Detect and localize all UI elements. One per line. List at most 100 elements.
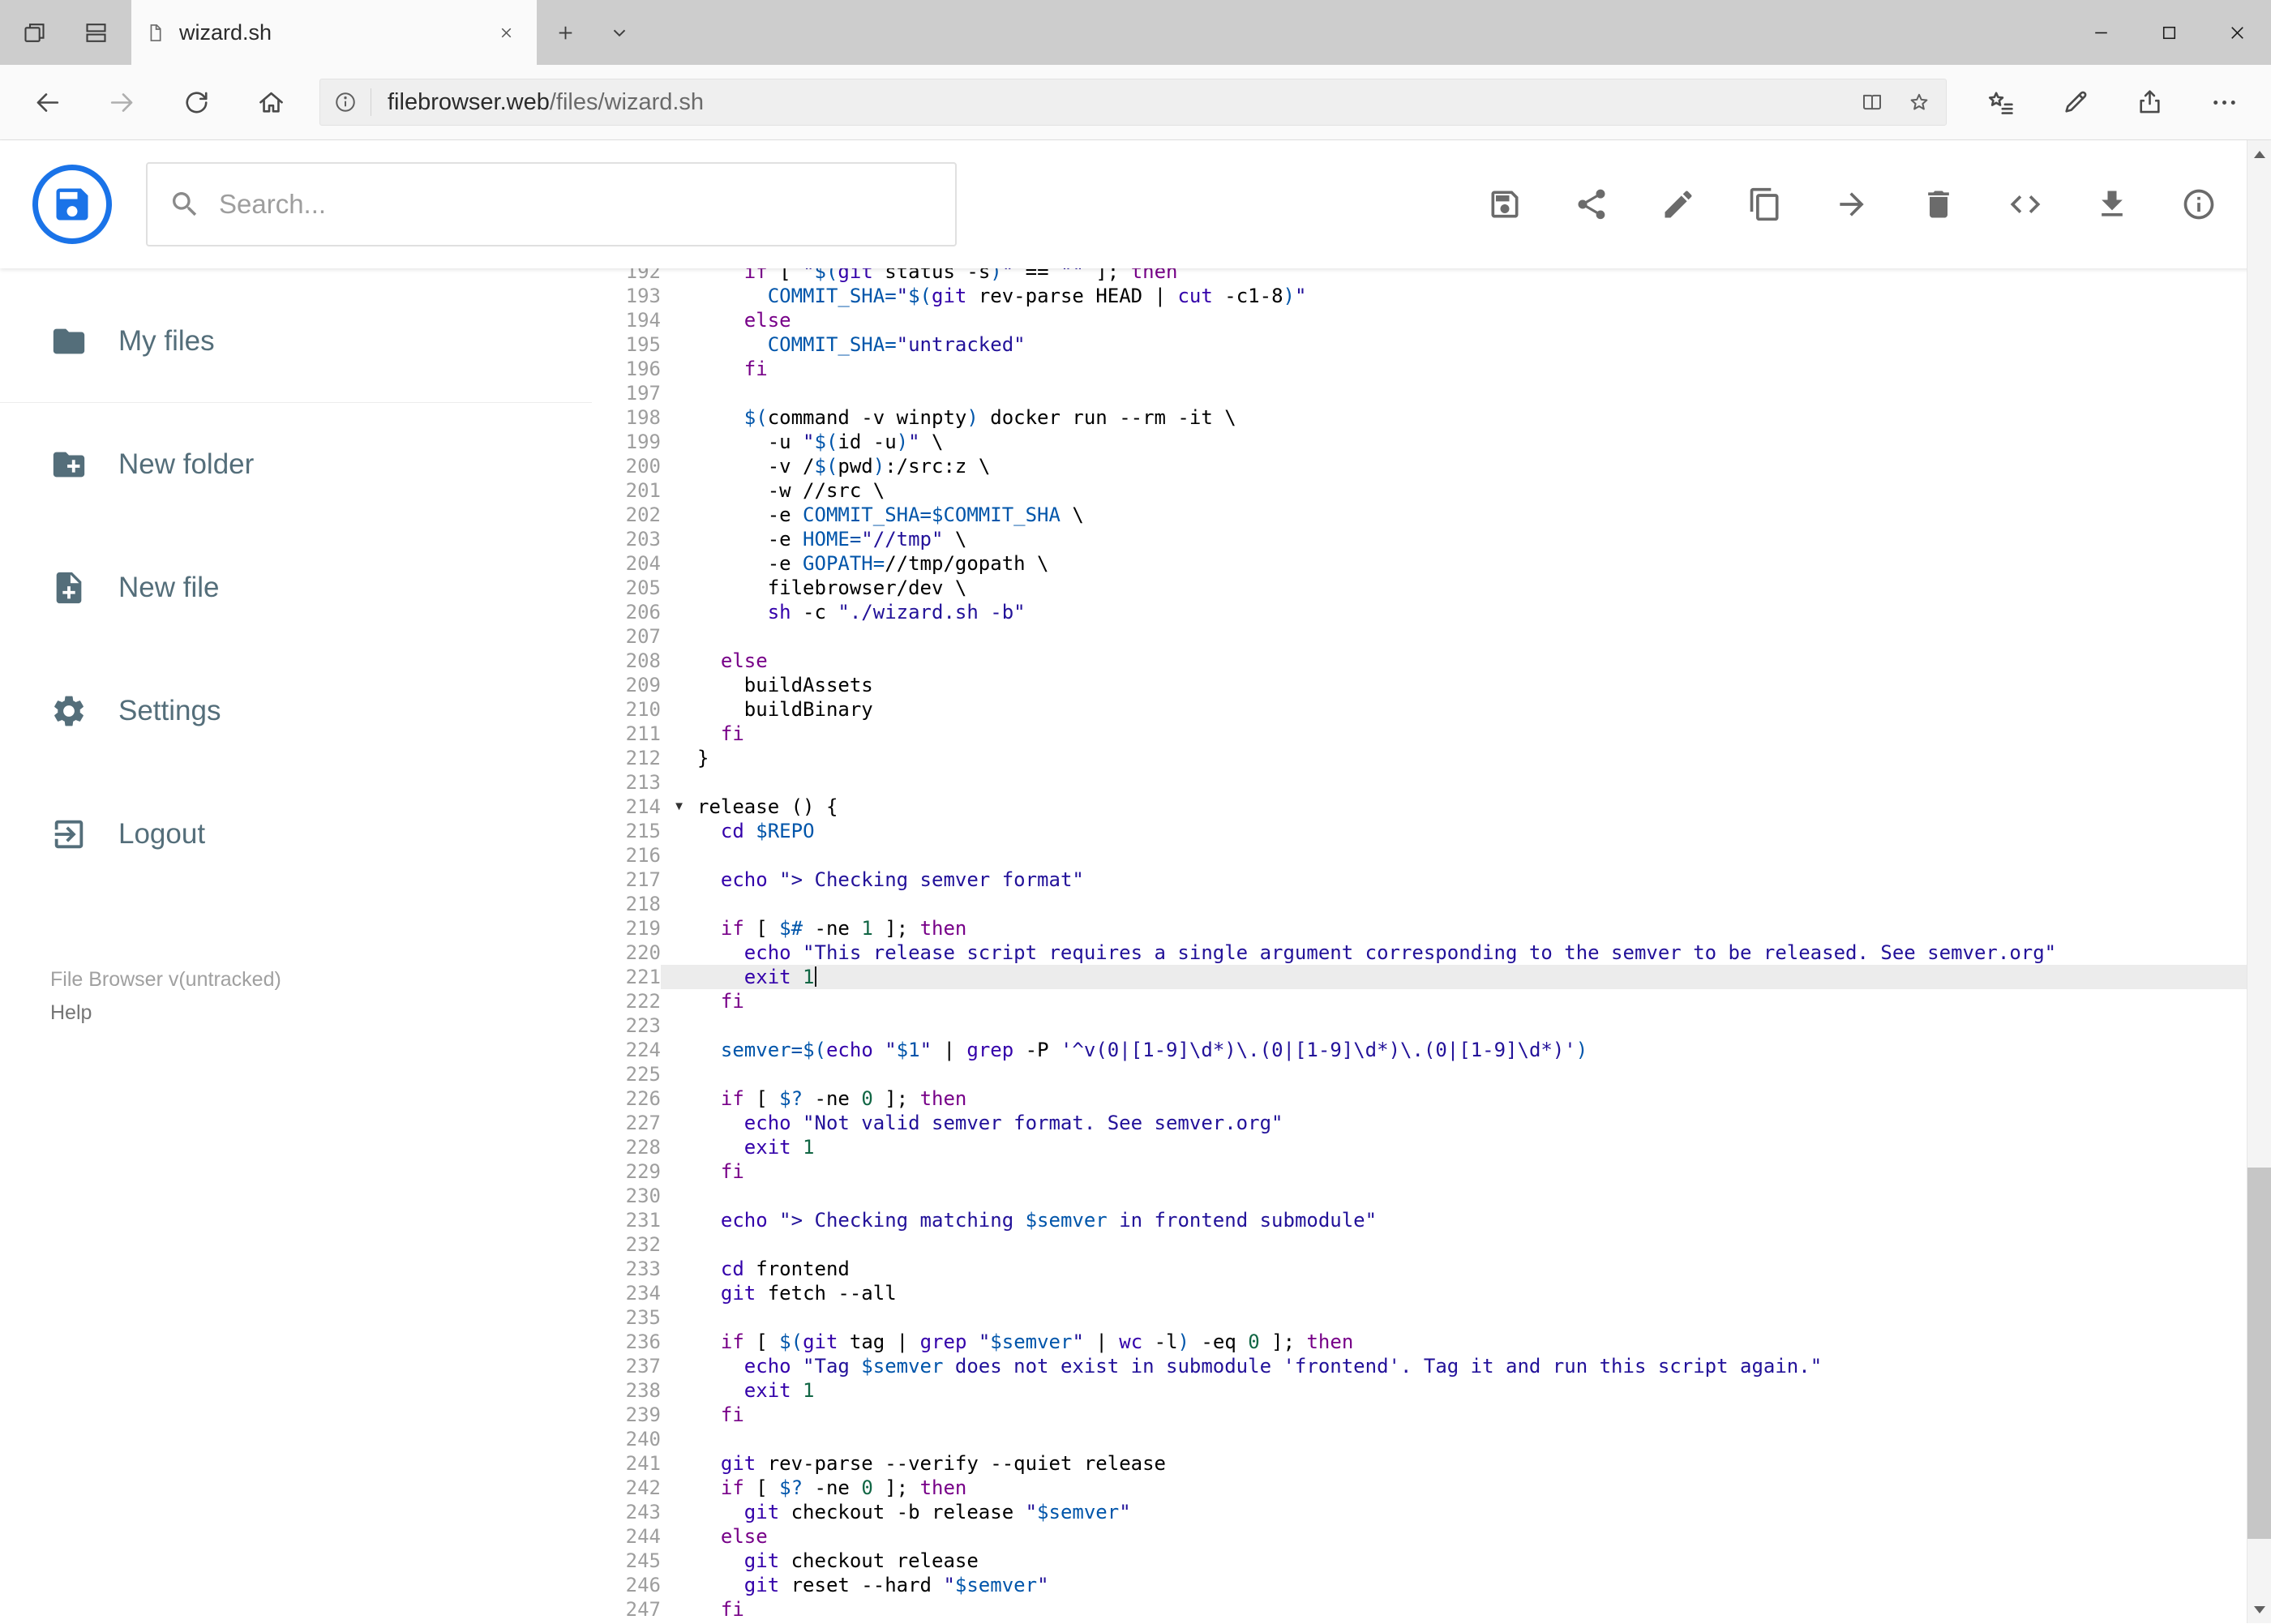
search-input[interactable] — [219, 189, 934, 220]
code-line[interactable]: 246 git reset --hard "$semver" — [592, 1573, 2271, 1597]
code-line[interactable]: 225 — [592, 1062, 2271, 1086]
add-favorite-button[interactable] — [1896, 79, 1943, 125]
sidebar-item-my-files[interactable]: My files — [0, 280, 592, 403]
code-line[interactable]: 216 — [592, 843, 2271, 868]
code-line[interactable]: 209 buildAssets — [592, 673, 2271, 697]
code-line[interactable]: 194 else — [592, 308, 2271, 332]
code-line[interactable]: 207 — [592, 624, 2271, 649]
code-line[interactable]: 197 — [592, 381, 2271, 405]
code-line[interactable]: 198 $(command -v winpty) docker run --rm… — [592, 405, 2271, 430]
code-line[interactable]: 235 — [592, 1305, 2271, 1330]
code-line[interactable]: 208 else — [592, 649, 2271, 673]
copy-button[interactable] — [1738, 178, 1792, 231]
back-button[interactable] — [10, 65, 84, 139]
code-line[interactable]: 229 fi — [592, 1159, 2271, 1184]
set-tabs-aside-button[interactable] — [5, 0, 63, 65]
download-button[interactable] — [2085, 178, 2139, 231]
code-line[interactable]: 241 git rev-parse --verify --quiet relea… — [592, 1451, 2271, 1476]
scroll-down-button[interactable] — [2247, 1596, 2271, 1623]
code-line[interactable]: 222 fi — [592, 989, 2271, 1013]
code-line[interactable]: 200 -v /$(pwd):/src:z \ — [592, 454, 2271, 478]
code-line[interactable]: 226 if [ $? -ne 0 ]; then — [592, 1086, 2271, 1111]
code-line[interactable]: 239 fi — [592, 1403, 2271, 1427]
code-line[interactable]: 228 exit 1 — [592, 1135, 2271, 1159]
maximize-button[interactable] — [2135, 0, 2203, 65]
code-line[interactable]: 223 — [592, 1013, 2271, 1038]
code-line[interactable]: 215 cd $REPO — [592, 819, 2271, 843]
close-window-button[interactable] — [2203, 0, 2271, 65]
code-line[interactable]: 224 semver=$(echo "$1" | grep -P '^v(0|[… — [592, 1038, 2271, 1062]
code-line[interactable]: 203 -e HOME="//tmp" \ — [592, 527, 2271, 551]
code-line[interactable]: 243 git checkout -b release "$semver" — [592, 1500, 2271, 1524]
code-line[interactable]: 238 exit 1 — [592, 1378, 2271, 1403]
new-tab-button[interactable] — [537, 0, 593, 65]
code-button[interactable] — [1999, 178, 2052, 231]
code-line[interactable]: 217 echo "> Checking semver format" — [592, 868, 2271, 892]
code-line[interactable]: 201 -w //src \ — [592, 478, 2271, 503]
code-line[interactable]: 245 git checkout release — [592, 1549, 2271, 1573]
code-line[interactable]: 206 sh -c "./wizard.sh -b" — [592, 600, 2271, 624]
reading-view-button[interactable] — [1849, 79, 1896, 125]
code-line[interactable]: 196 fi — [592, 357, 2271, 381]
code-line[interactable]: 202 -e COMMIT_SHA=$COMMIT_SHA \ — [592, 503, 2271, 527]
browser-tab[interactable]: wizard.sh — [131, 0, 537, 65]
sidebar-item-new-folder[interactable]: New folder — [0, 403, 592, 526]
save-button[interactable] — [1478, 178, 1532, 231]
code-line[interactable]: 195 COMMIT_SHA="untracked" — [592, 332, 2271, 357]
share-button[interactable] — [1565, 178, 1618, 231]
move-button[interactable] — [1825, 178, 1879, 231]
more-options-button[interactable] — [2187, 65, 2261, 139]
tab-close-button[interactable] — [488, 15, 524, 50]
search-box[interactable] — [146, 162, 957, 246]
code-line[interactable]: 205 filebrowser/dev \ — [592, 576, 2271, 600]
code-line[interactable]: 210 buildBinary — [592, 697, 2271, 722]
code-line[interactable]: 233 cd frontend — [592, 1257, 2271, 1281]
sidebar-item-logout[interactable]: Logout — [0, 773, 592, 896]
code-line[interactable]: 211 fi — [592, 722, 2271, 746]
code-line[interactable]: 242 if [ $? -ne 0 ]; then — [592, 1476, 2271, 1500]
page-scrollbar[interactable] — [2247, 140, 2271, 1623]
code-line[interactable]: 199 -u "$(id -u)" \ — [592, 430, 2271, 454]
code-line[interactable]: 234 git fetch --all — [592, 1281, 2271, 1305]
scrollbar-thumb[interactable] — [2247, 1168, 2271, 1539]
code-line[interactable]: 214 ▼ release () { — [592, 795, 2271, 819]
scroll-up-button[interactable] — [2247, 140, 2271, 168]
code-line[interactable]: 237 echo "Tag $semver does not exist in … — [592, 1354, 2271, 1378]
rename-button[interactable] — [1652, 178, 1705, 231]
code-line[interactable]: 193 COMMIT_SHA="$(git rev-parse HEAD | c… — [592, 284, 2271, 308]
code-line[interactable]: 213 — [592, 770, 2271, 795]
sidebar-item-settings[interactable]: Settings — [0, 649, 592, 773]
info-button[interactable] — [2172, 178, 2226, 231]
forward-button[interactable] — [84, 65, 159, 139]
tabs-preview-button[interactable] — [66, 0, 125, 65]
delete-button[interactable] — [1912, 178, 1965, 231]
code-line[interactable]: 204 -e GOPATH=//tmp/gopath \ — [592, 551, 2271, 576]
code-line[interactable]: 244 else — [592, 1524, 2271, 1549]
tab-preview-chevron-button[interactable] — [593, 0, 645, 65]
share-page-button[interactable] — [2112, 65, 2187, 139]
code-line[interactable]: 192 if [ "$(git status -s)" == "" ]; the… — [592, 268, 2271, 284]
refresh-button[interactable] — [159, 65, 234, 139]
code-line[interactable]: 221 exit 1 — [592, 965, 2271, 989]
code-line[interactable]: 231 echo "> Checking matching $semver in… — [592, 1208, 2271, 1232]
favorites-hub-button[interactable] — [1963, 65, 2037, 139]
code-editor[interactable]: 192 if [ "$(git status -s)" == "" ]; the… — [592, 268, 2271, 1623]
code-line[interactable]: 227 echo "Not valid semver format. See s… — [592, 1111, 2271, 1135]
code-line[interactable]: 247 fi — [592, 1597, 2271, 1622]
web-note-button[interactable] — [2037, 65, 2112, 139]
minimize-button[interactable] — [2067, 0, 2135, 65]
address-bar[interactable]: filebrowser.web/files/wizard.sh — [319, 79, 1947, 126]
code-line[interactable]: 212} — [592, 746, 2271, 770]
code-line[interactable]: 218 — [592, 892, 2271, 916]
code-line[interactable]: 219 if [ $# -ne 1 ]; then — [592, 916, 2271, 941]
sidebar-item-new-file[interactable]: New file — [0, 526, 592, 649]
code-line[interactable]: 232 — [592, 1232, 2271, 1257]
help-link[interactable]: Help — [50, 1001, 281, 1025]
fold-marker-icon[interactable]: ▼ — [661, 795, 697, 819]
site-info-icon[interactable] — [320, 79, 371, 125]
code-line[interactable]: 230 — [592, 1184, 2271, 1208]
code-line[interactable]: 220 echo "This release script requires a… — [592, 941, 2271, 965]
home-button[interactable] — [234, 65, 308, 139]
code-line[interactable]: 240 — [592, 1427, 2271, 1451]
code-line[interactable]: 236 if [ $(git tag | grep "$semver" | wc… — [592, 1330, 2271, 1354]
